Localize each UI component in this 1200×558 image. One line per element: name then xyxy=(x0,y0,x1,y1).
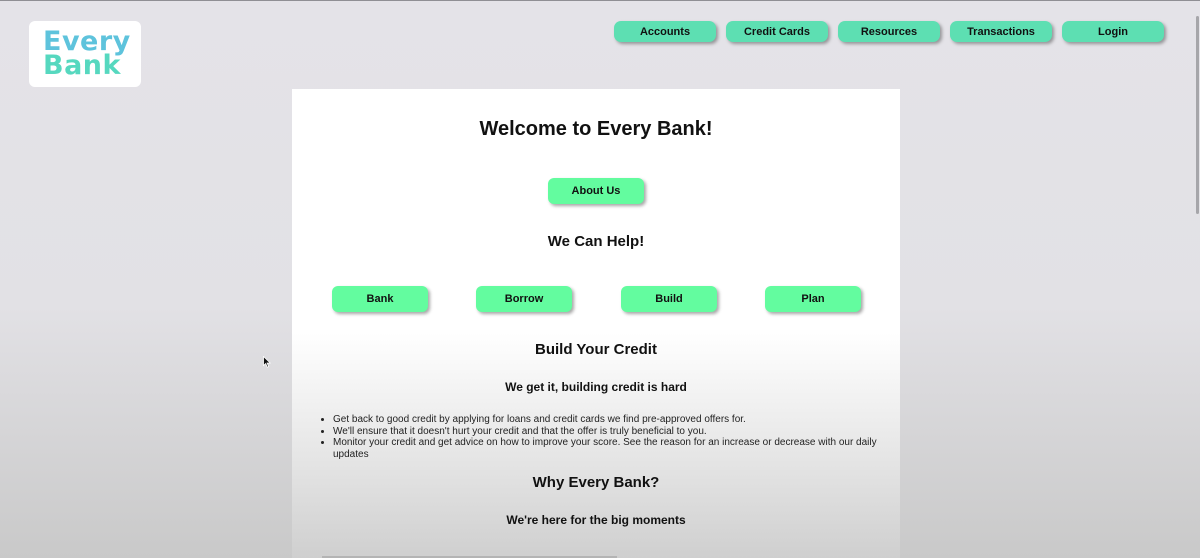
list-item: Get back to good credit by applying for … xyxy=(333,414,893,426)
credit-points-list: Get back to good credit by applying for … xyxy=(321,414,893,460)
main-content-card: Welcome to Every Bank! About Us We Can H… xyxy=(292,89,900,558)
nav-accounts-button[interactable]: Accounts xyxy=(614,21,716,42)
nav-credit-cards-button[interactable]: Credit Cards xyxy=(726,21,828,42)
top-navigation: Accounts Credit Cards Resources Transact… xyxy=(614,21,1164,42)
plan-button[interactable]: Plan xyxy=(765,286,861,312)
nav-transactions-button[interactable]: Transactions xyxy=(950,21,1052,42)
credit-heading: Build Your Credit xyxy=(535,341,657,358)
bank-button[interactable]: Bank xyxy=(332,286,428,312)
list-item: Monitor your credit and get advice on ho… xyxy=(333,437,893,460)
help-heading: We Can Help! xyxy=(547,233,645,250)
mouse-pointer-icon xyxy=(263,356,271,368)
list-item: We'll ensure that it doesn't hurt your c… xyxy=(333,426,893,438)
build-button[interactable]: Build xyxy=(621,286,717,312)
page-title: Welcome to Every Bank! xyxy=(479,118,713,140)
about-us-button[interactable]: About Us xyxy=(548,178,644,204)
nav-login-button[interactable]: Login xyxy=(1062,21,1164,42)
nav-resources-button[interactable]: Resources xyxy=(838,21,940,42)
every-bank-logo[interactable]: Every Bank xyxy=(29,21,141,87)
page-scrollbar[interactable] xyxy=(1196,0,1200,558)
why-heading: Why Every Bank? xyxy=(532,474,660,491)
logo-text-line2: Bank xyxy=(43,50,121,81)
why-subheading: We're here for the big moments xyxy=(506,513,686,527)
scrollbar-thumb[interactable] xyxy=(1196,16,1199,214)
window-top-border xyxy=(0,0,1200,1)
credit-subheading: We get it, building credit is hard xyxy=(505,380,687,394)
borrow-button[interactable]: Borrow xyxy=(476,286,572,312)
